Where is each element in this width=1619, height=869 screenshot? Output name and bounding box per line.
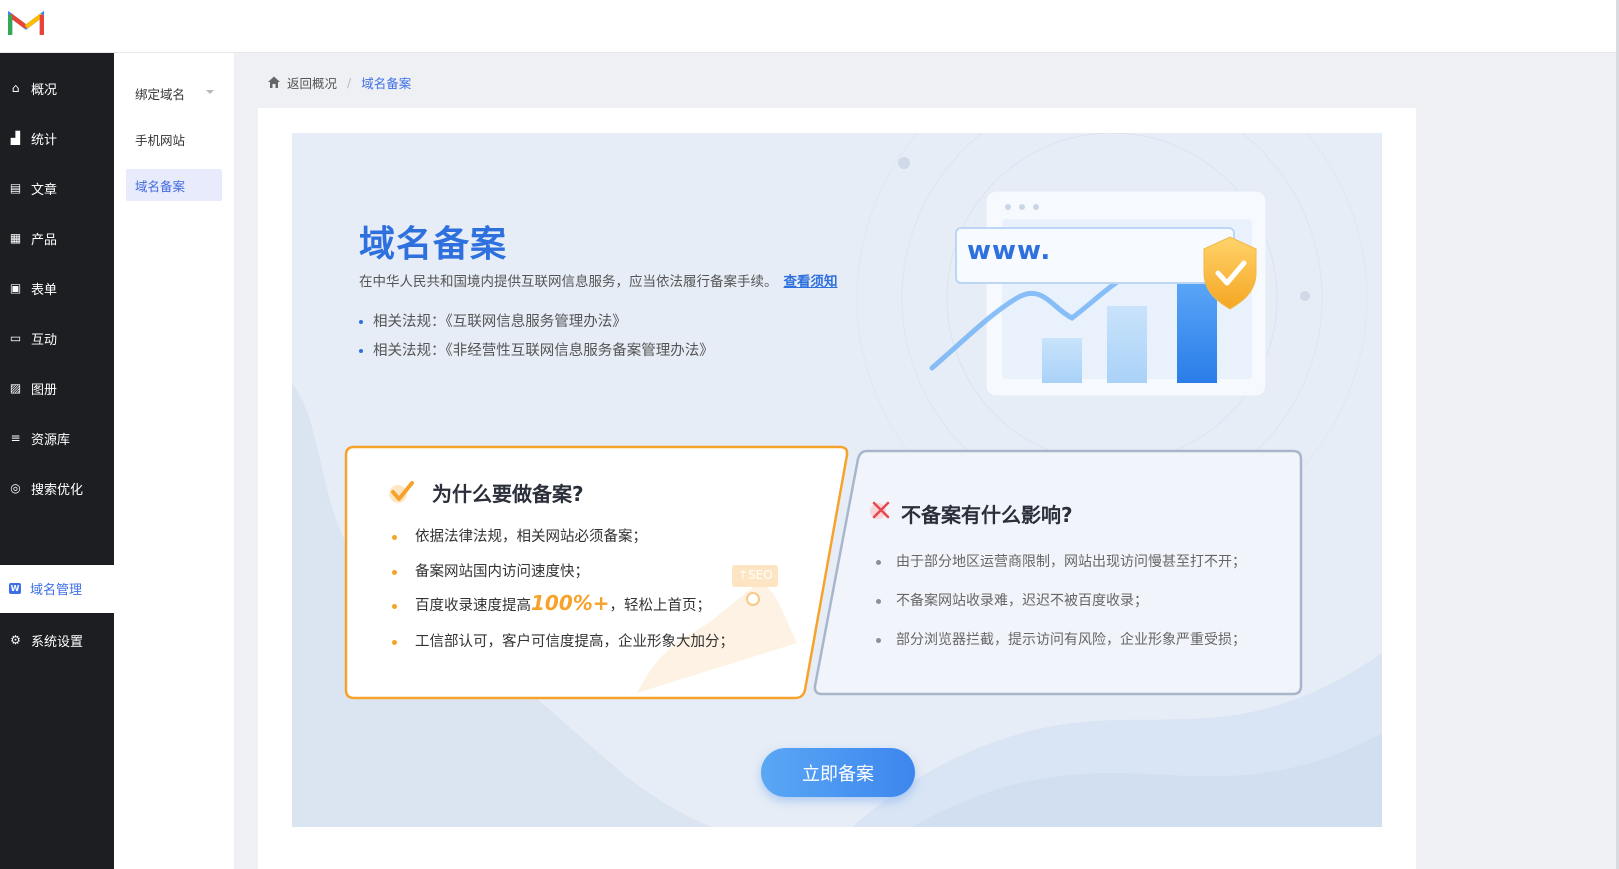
- sidebar-item-products[interactable]: ▦ 产品: [0, 216, 114, 260]
- why-item-text: 工信部认可，客户可信度提高，企业形象大加分；: [415, 634, 734, 650]
- form-icon: ▣: [9, 281, 22, 295]
- why-title: 为什么要做备案?: [432, 482, 584, 506]
- sidebar-item-label: 统计: [31, 132, 58, 148]
- why-item: 备案网站国内访问速度快；: [392, 560, 589, 581]
- why-speed-percent: 100%+: [531, 591, 610, 615]
- submenu-item-mobile-site[interactable]: 手机网站: [126, 123, 222, 155]
- why-item-text: 备案网站国内访问速度快；: [415, 564, 589, 580]
- sidebar-item-interaction[interactable]: ▭ 互动: [0, 316, 114, 360]
- law-item-text: 相关法规：《互联网信息服务管理办法》: [373, 314, 627, 330]
- file-now-button[interactable]: 立即备案: [761, 748, 915, 797]
- impact-item-text: 部分浏览器拦截，提示访问有风险，企业形象严重受损；: [896, 632, 1246, 648]
- close-icon: [870, 501, 890, 519]
- why-item: 工信部认可，客户可信度提高，企业形象大加分；: [392, 630, 734, 651]
- impact-item: 不备案网站收录难，迟迟不被百度收录；: [876, 590, 1148, 610]
- sidebar-item-label: 概况: [31, 82, 58, 98]
- submenu-item-label: 绑定域名: [135, 86, 186, 102]
- breadcrumb-current: 域名备案: [361, 75, 412, 91]
- bullet-icon: [359, 320, 363, 324]
- sidebar-item-domain[interactable]: W 域名管理: [0, 566, 114, 610]
- illustration-url-text: www.: [967, 236, 1052, 266]
- database-icon: ≡: [10, 431, 21, 445]
- bullet-icon: [392, 639, 397, 645]
- sidebar-item-stats[interactable]: ▟ 统计: [0, 116, 114, 160]
- sidebar-item-resources[interactable]: ≡ 资源库: [0, 416, 114, 460]
- why-item-speed: 百度收录速度提高100%+，轻松上首页；: [392, 591, 711, 615]
- home-icon: ⌂: [11, 81, 20, 95]
- gear-icon: ⚙: [10, 633, 21, 647]
- impact-item: 由于部分地区运营商限制，网站出现访问慢甚至打不开；: [876, 551, 1246, 571]
- hero-panel: 域名备案 在中华人民共和国境内提供互联网信息服务，应当依法履行备案手续。 查看须知…: [292, 133, 1382, 827]
- why-item-text: 依据法律法规，相关网站必须备案；: [415, 529, 647, 545]
- check-icon: [389, 481, 414, 503]
- breadcrumb: 返回概况 / 域名备案: [267, 72, 411, 92]
- law-item: 相关法规：《非经营性互联网信息服务备案管理办法》: [359, 339, 714, 360]
- sidebar: ⌂ 概况 ▟ 统计 ▤ 文章 ▦ 产品 ▣ 表单 ▭ 互动 ▨ 图册 ≡ 资源库 ◎ 搜索优化 W…: [0, 53, 114, 869]
- bullet-icon: [392, 603, 397, 609]
- sidebar-item-settings[interactable]: ⚙ 系统设置: [0, 618, 114, 662]
- hero-title: 域名备案: [359, 224, 508, 265]
- impact-item-text: 不备案网站收录难，迟迟不被百度收录；: [896, 593, 1148, 609]
- gallery-icon: ▨: [9, 381, 22, 395]
- bullet-icon: [392, 534, 397, 540]
- submenu-item-bind-domain[interactable]: 绑定域名: [126, 77, 222, 109]
- bullet-icon: [392, 569, 397, 575]
- sidebar-item-label: 图册: [31, 382, 58, 398]
- sidebar-item-label: 表单: [31, 282, 58, 298]
- sidebar-item-label: 产品: [31, 232, 58, 248]
- why-item: 依据法律法规，相关网站必须备案；: [392, 525, 647, 546]
- stats-icon: ▟: [10, 131, 21, 145]
- seo-icon: ◎: [10, 481, 21, 495]
- bullet-icon: [359, 349, 363, 353]
- breadcrumb-back-link[interactable]: 返回概况: [287, 73, 337, 92]
- domain-icon: W: [9, 582, 21, 594]
- sidebar-item-label: 资源库: [31, 432, 71, 448]
- sidebar-item-overview[interactable]: ⌂ 概况: [0, 66, 114, 110]
- law-item: 相关法规：《互联网信息服务管理办法》: [359, 310, 627, 331]
- bullet-icon: [876, 598, 881, 604]
- impact-title: 不备案有什么影响?: [901, 503, 1073, 527]
- law-item-text: 相关法规：《非经营性互联网信息服务备案管理办法》: [373, 343, 714, 359]
- hero-description: 在中华人民共和国境内提供互联网信息服务，应当依法履行备案手续。 查看须知: [359, 270, 838, 290]
- sidebar-item-label: 域名管理: [30, 582, 83, 598]
- secondary-menu: 绑定域名 手机网站 域名备案: [114, 53, 234, 869]
- why-speed-suffix: ，轻松上首页；: [609, 598, 712, 614]
- sidebar-item-label: 搜索优化: [31, 482, 84, 498]
- submenu-item-label: 域名备案: [135, 178, 186, 194]
- article-icon: ▤: [9, 181, 22, 195]
- illustration-seo-tag: ↑SEO: [738, 568, 773, 582]
- bullet-icon: [876, 637, 881, 643]
- view-notice-link[interactable]: 查看须知: [784, 274, 838, 290]
- sidebar-item-label: 互动: [31, 332, 58, 348]
- home-icon: [268, 76, 280, 88]
- top-bar: [0, 0, 1619, 53]
- breadcrumb-separator: /: [347, 74, 352, 90]
- submenu-item-domain-filing[interactable]: 域名备案: [126, 169, 222, 201]
- sidebar-item-label: 文章: [31, 182, 58, 198]
- sidebar-item-label: 系统设置: [31, 634, 84, 650]
- chevron-down-icon: [206, 90, 214, 94]
- why-speed-prefix: 百度收录速度提高: [415, 598, 531, 614]
- m-logo-icon[interactable]: [8, 10, 44, 37]
- impact-item-text: 由于部分地区运营商限制，网站出现访问慢甚至打不开；: [896, 554, 1246, 570]
- sidebar-item-forms[interactable]: ▣ 表单: [0, 266, 114, 310]
- sidebar-item-articles[interactable]: ▤ 文章: [0, 166, 114, 210]
- sidebar-item-seo[interactable]: ◎ 搜索优化: [0, 466, 114, 510]
- submenu-item-label: 手机网站: [135, 132, 186, 148]
- hero-description-text: 在中华人民共和国境内提供互联网信息服务，应当依法履行备案手续。: [359, 274, 778, 290]
- chat-icon: ▭: [9, 331, 22, 345]
- grid-icon: ▦: [9, 231, 22, 245]
- bullet-icon: [876, 559, 881, 565]
- impact-item: 部分浏览器拦截，提示访问有风险，企业形象严重受损；: [876, 629, 1246, 649]
- sidebar-item-gallery[interactable]: ▨ 图册: [0, 366, 114, 410]
